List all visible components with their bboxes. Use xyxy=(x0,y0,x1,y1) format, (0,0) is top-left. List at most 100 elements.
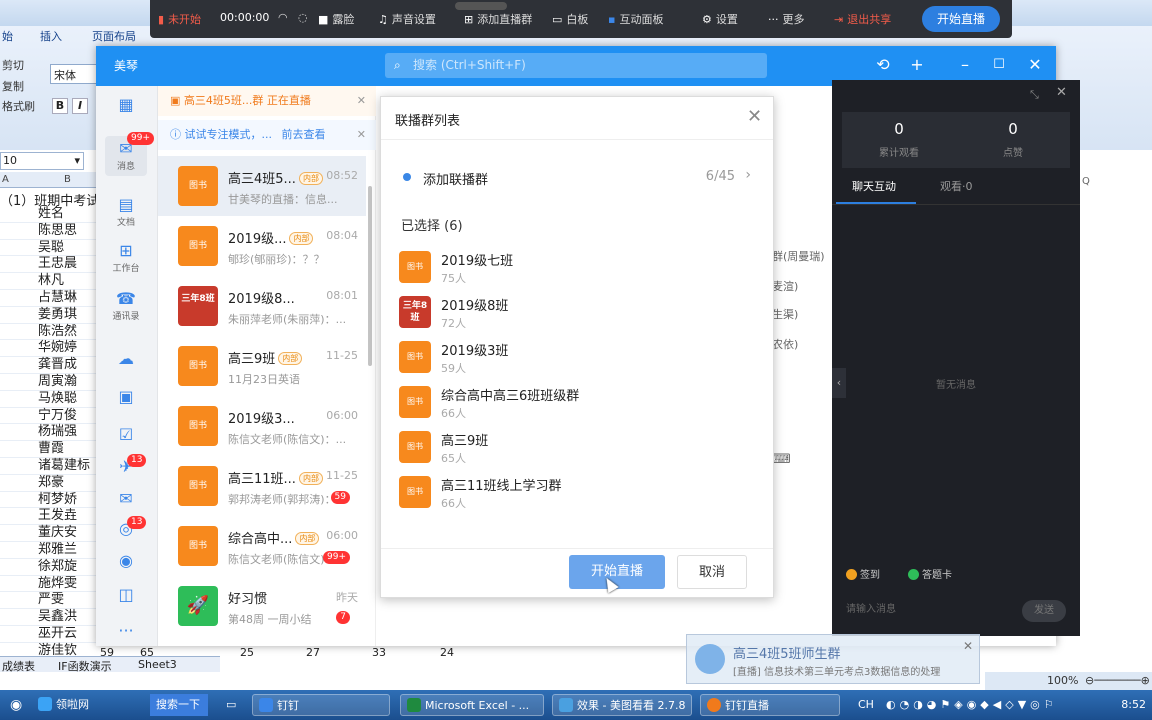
tray-icons[interactable]: ◐◔◑◕⚑◈◉◆◀◇▼◎⚐ xyxy=(880,694,1058,716)
close-icon[interactable]: ✕ xyxy=(963,639,973,653)
excel-cell[interactable]: 占慧琳 xyxy=(0,290,100,307)
sidebar-item-2[interactable]: ▤ 文档 xyxy=(105,196,147,229)
close-icon[interactable]: ✕ xyxy=(1024,55,1046,74)
list-scrollbar[interactable] xyxy=(368,186,372,366)
search-shortcut[interactable]: 搜索一下 xyxy=(150,694,208,716)
camera-button[interactable]: ■ 露脸 xyxy=(318,11,354,27)
excel-tab-home[interactable]: 始 xyxy=(2,28,13,44)
focus-banner-link[interactable]: 前去查看 xyxy=(282,128,326,141)
selected-group-item[interactable]: 图书 高三11班线上学习群 66人 xyxy=(399,472,739,512)
sidebar-item-1[interactable]: ✉ 消息 99+ xyxy=(105,132,154,176)
excel-font-select[interactable]: 宋体 xyxy=(50,64,98,84)
chat-toolbar-icon[interactable]: ⌨ xyxy=(772,452,791,467)
excel-cell[interactable]: 27 xyxy=(306,646,320,659)
input-language[interactable]: CH xyxy=(852,694,874,716)
excel-cell[interactable]: 董庆安 xyxy=(0,525,100,542)
sheet-tab-grades[interactable]: 成绩表 xyxy=(2,658,35,674)
plus-icon[interactable]: + xyxy=(906,55,928,74)
excel-cell[interactable]: 王忠晨 xyxy=(0,256,100,274)
user-name[interactable]: 美琴 xyxy=(114,57,138,74)
conversation-item[interactable]: 图书 综合高中... 内部 06:00 陈信文老师(陈信文)：... 99+ xyxy=(158,516,366,576)
shrink-icon[interactable]: ⤡ xyxy=(1030,88,1039,102)
notification-toast[interactable]: 高三4班5班师生群 [直播] 信息技术第三单元考点3数据信息的处理 ✕ xyxy=(686,634,980,684)
excel-tab-layout[interactable]: 页面布局 xyxy=(92,28,136,44)
excel-cell[interactable]: 杨瑞强 xyxy=(0,424,100,442)
add-co-stream-group[interactable]: 添加联播群 6/45 › xyxy=(399,167,759,189)
more-button[interactable]: ··· 更多 xyxy=(768,11,805,27)
excel-cell[interactable]: 林凡 xyxy=(0,273,100,290)
excel-cell[interactable]: 宁万俊 xyxy=(0,408,100,425)
history-icon[interactable]: ⟲ xyxy=(872,55,894,74)
sidebar-item-6[interactable]: ▣ xyxy=(105,388,147,406)
zoom-slider[interactable]: ⊖───────⊕ xyxy=(1085,674,1150,687)
taskbar-dingtalk-live[interactable]: 钉钉直播 xyxy=(700,694,840,716)
excel-cell[interactable]: 施烨雯 xyxy=(0,576,100,593)
tab-chat[interactable]: 聊天互动 xyxy=(852,178,896,194)
selected-group-item[interactable]: 图书 2019级七班 75人 xyxy=(399,247,739,287)
excel-cell[interactable]: 33 xyxy=(372,646,386,659)
excel-cell[interactable]: 姜勇琪 xyxy=(0,307,100,324)
excel-italic-button[interactable]: I xyxy=(72,98,88,114)
excel-cell[interactable]: 龚晋成 xyxy=(0,357,100,374)
excel-cell[interactable]: 王发垚 xyxy=(0,508,100,526)
cancel-button[interactable]: 取消 xyxy=(677,555,747,589)
sidebar-item-8[interactable]: ✈ 13 xyxy=(105,454,147,476)
excel-cell[interactable]: 严雯 xyxy=(0,592,100,610)
taskbar-excel[interactable]: Microsoft Excel - ... xyxy=(400,694,544,716)
selected-group-item[interactable]: 图书 2019级3班 59人 xyxy=(399,337,739,377)
sidebar-item-0[interactable]: ▦ xyxy=(105,96,147,114)
answer-card-button[interactable]: 答题卡 xyxy=(908,566,952,581)
excel-cell[interactable]: 吴鑫洪 xyxy=(0,609,100,626)
close-icon[interactable]: ✕ xyxy=(357,120,366,150)
excel-cell[interactable]: 陈思思 xyxy=(0,223,100,240)
message-input[interactable]: 请输入消息 xyxy=(846,600,996,615)
exit-share-button[interactable]: ⇥ 退出共享 xyxy=(834,11,891,27)
checkin-button[interactable]: 签到 xyxy=(846,566,880,581)
excel-cell[interactable]: 郑雅兰 xyxy=(0,542,100,559)
sidebar-item-7[interactable]: ☑ xyxy=(105,426,147,444)
start-live-toolbar-button[interactable]: 开始直播 xyxy=(922,6,1000,32)
excel-tab-insert[interactable]: 插入 xyxy=(40,28,62,44)
excel-cell[interactable]: 曹霞 xyxy=(0,441,100,458)
excel-cell[interactable]: 24 xyxy=(440,646,454,659)
sheet-tab-if-demo[interactable]: IF函数演示 xyxy=(58,658,112,674)
sidebar-item-3[interactable]: ⊞ 工作台 xyxy=(105,242,147,275)
maximize-icon[interactable]: ☐ xyxy=(988,57,1010,72)
selected-group-item[interactable]: 图书 高三9班 65人 xyxy=(399,427,739,467)
search-input[interactable]: ⌕ 搜索 (Ctrl+Shift+F) xyxy=(385,53,767,78)
sidebar-item-12[interactable]: ◫ xyxy=(105,586,147,604)
excel-namebox[interactable]: 10 ▾ xyxy=(0,152,84,170)
conversation-item[interactable]: 三年8班 2019级8... 08:01 朱丽萍老师(朱丽萍)：... xyxy=(158,276,366,336)
excel-format-painter[interactable]: 格式刷 xyxy=(2,98,35,114)
whiteboard-button[interactable]: ▭ 白板 xyxy=(552,11,588,27)
excel-cell[interactable]: 25 xyxy=(240,646,254,659)
close-icon[interactable]: ✕ xyxy=(357,86,366,116)
sidebar-item-11[interactable]: ◉ xyxy=(105,552,147,570)
excel-cell[interactable]: 吴聪 xyxy=(0,240,100,257)
interact-panel-button[interactable]: ▪ 互动面板 xyxy=(608,11,663,27)
sidebar-item-10[interactable]: ◎ 13 xyxy=(105,516,147,538)
minimize-icon[interactable]: – xyxy=(954,55,976,74)
excel-cell[interactable]: 徐郑旋 xyxy=(0,559,100,576)
sidebar-item-5[interactable]: ☁ xyxy=(105,350,147,368)
excel-cell[interactable]: 陈浩然 xyxy=(0,324,100,341)
conversation-item[interactable]: 图书 2019级3... 06:00 陈信文老师(陈信文)：... xyxy=(158,396,366,456)
conversation-item[interactable]: 图书 高三11班... 内部 11-25 郭邦涛老师(郭邦涛)：... 59 xyxy=(158,456,366,516)
settings-button[interactable]: ⚙ 设置 xyxy=(702,11,738,27)
start-orb-icon[interactable]: ◉ xyxy=(4,694,28,716)
excel-cell[interactable]: 华婉婷 xyxy=(0,340,100,358)
excel-cell[interactable]: 诸葛建标 xyxy=(0,458,100,475)
sheet-tab-sheet3[interactable]: Sheet3 xyxy=(138,658,177,671)
close-icon[interactable]: ✕ xyxy=(747,106,762,127)
selected-group-item[interactable]: 三年8班 2019级8班 72人 xyxy=(399,292,739,332)
excel-cell[interactable]: 周寅瀚 xyxy=(0,374,100,391)
folder-icon[interactable]: ▭ xyxy=(220,694,242,716)
live-banner[interactable]: ▣ 高三4班5班...群 正在直播 ✕ xyxy=(158,86,376,116)
sidebar-item-4[interactable]: ☎ 通讯录 xyxy=(105,290,147,323)
excel-bold-button[interactable]: B xyxy=(52,98,68,114)
excel-cell[interactable]: 郑豪 xyxy=(0,475,100,492)
close-icon[interactable]: ✕ xyxy=(1056,85,1067,100)
ie-shortcut[interactable]: 领啦网 xyxy=(32,694,89,716)
send-button[interactable]: 发送 xyxy=(1022,600,1066,622)
drag-handle[interactable] xyxy=(455,2,507,10)
